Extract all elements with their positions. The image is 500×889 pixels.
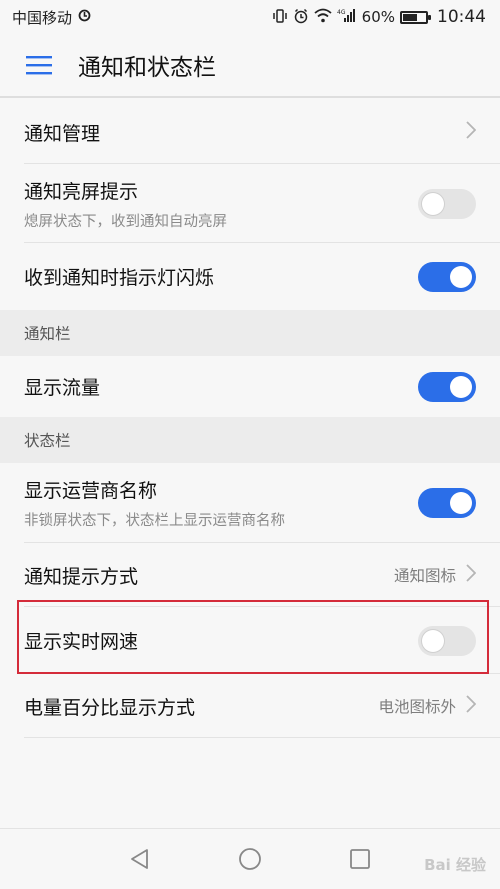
row-text: 显示运营商名称 非锁屏状态下，状态栏上显示运营商名称 — [24, 476, 418, 530]
toggle-knob — [450, 492, 472, 514]
row-subtitle: 熄屏状态下，收到通知自动亮屏 — [24, 213, 227, 230]
divider — [24, 737, 500, 738]
home-circle-icon — [239, 848, 261, 870]
row-text: 显示实时网速 — [24, 627, 418, 654]
row-title: 通知管理 — [24, 122, 101, 145]
watermark-text: Bai 经验 — [424, 856, 486, 874]
recents-button[interactable] — [305, 829, 415, 889]
page-title: 通知和状态栏 — [78, 55, 216, 81]
chevron-right-icon — [466, 563, 477, 587]
toggle-knob — [422, 192, 444, 215]
battery-percent: 60% — [361, 8, 395, 26]
alarm-icon — [293, 8, 309, 27]
section-header-status-bar: 状态栏 — [0, 417, 500, 463]
row-carrier-name[interactable]: 显示运营商名称 非锁屏状态下，状态栏上显示运营商名称 — [0, 463, 500, 543]
signal-4g-icon: 4G — [337, 8, 357, 26]
hamburger-icon — [26, 56, 52, 75]
row-text: 通知提示方式 — [24, 562, 394, 589]
row-title: 显示运营商名称 — [24, 480, 158, 502]
row-led-blink[interactable]: 收到通知时指示灯闪烁 — [0, 243, 500, 310]
wifi-icon — [314, 8, 332, 26]
row-show-traffic[interactable]: 显示流量 — [0, 356, 500, 417]
toggle-knob — [422, 629, 444, 652]
row-text: 电量百分比显示方式 — [24, 693, 378, 720]
home-button[interactable] — [195, 829, 305, 889]
app-bar: 通知和状态栏 — [0, 34, 500, 98]
row-value: 电池图标外 — [378, 698, 456, 716]
svg-text:4G: 4G — [337, 9, 346, 16]
carrier-name: 中国移动 — [12, 8, 73, 27]
settings-list: 通知管理 通知亮屏提示 熄屏状态下，收到通知自动亮屏 收到通知时指示灯闪烁 通知… — [0, 100, 500, 738]
battery-fill — [403, 13, 418, 21]
toggle-carrier-name[interactable] — [418, 488, 476, 518]
section-header-notification-bar: 通知栏 — [0, 310, 500, 356]
row-title: 收到通知时指示灯闪烁 — [24, 267, 215, 289]
row-wake-screen[interactable]: 通知亮屏提示 熄屏状态下，收到通知自动亮屏 — [0, 164, 500, 243]
toggle-wake-screen[interactable] — [418, 188, 476, 219]
back-triangle-icon — [131, 849, 148, 869]
row-text: 收到通知时指示灯闪烁 — [24, 263, 418, 290]
hd-icon — [78, 9, 91, 25]
toggle-show-traffic[interactable] — [418, 371, 476, 402]
menu-button[interactable] — [0, 33, 78, 97]
status-bar: 中国移动 4G 60% 10:44 — [0, 0, 500, 34]
chevron-right-icon — [466, 694, 477, 718]
toggle-knob — [450, 375, 472, 398]
toggle-knob — [450, 265, 472, 288]
row-title: 显示实时网速 — [24, 631, 139, 653]
battery-icon — [400, 10, 431, 24]
toggle-led-blink[interactable] — [418, 261, 476, 292]
row-value: 通知图标 — [393, 567, 456, 585]
row-notify-style[interactable]: 通知提示方式 通知图标 — [0, 543, 500, 607]
status-left: 中国移动 — [12, 7, 91, 28]
status-right: 4G 60% 10:44 — [272, 7, 486, 27]
clock: 10:44 — [437, 7, 486, 27]
row-title: 通知亮屏提示 — [24, 180, 139, 203]
row-net-speed[interactable]: 显示实时网速 — [0, 607, 500, 674]
row-title: 通知提示方式 — [24, 565, 139, 588]
row-title: 显示流量 — [24, 377, 101, 399]
nav-bar: Bai 经验 — [0, 828, 500, 889]
row-text: 通知管理 — [24, 119, 466, 146]
row-subtitle: 非锁屏状态下，状态栏上显示运营商名称 — [24, 513, 285, 529]
row-text: 通知亮屏提示 熄屏状态下，收到通知自动亮屏 — [24, 177, 418, 231]
toggle-net-speed[interactable] — [418, 625, 476, 656]
row-battery-style[interactable]: 电量百分比显示方式 电池图标外 — [0, 674, 500, 738]
back-button[interactable] — [85, 829, 195, 889]
row-title: 电量百分比显示方式 — [24, 696, 196, 719]
chevron-right-icon — [466, 120, 477, 144]
vibrate-icon — [272, 8, 288, 27]
recents-square-icon — [350, 849, 370, 869]
row-notify-manage[interactable]: 通知管理 — [0, 100, 500, 164]
row-text: 显示流量 — [24, 373, 418, 400]
